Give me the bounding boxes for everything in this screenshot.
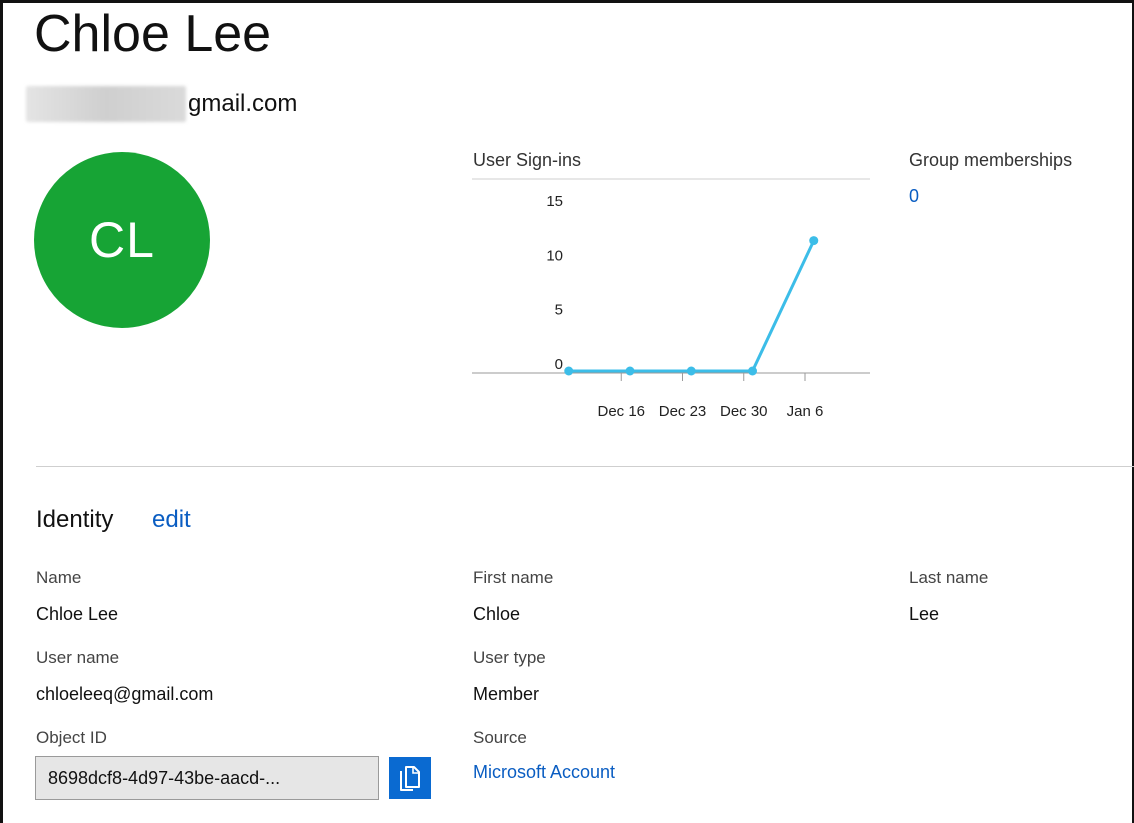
last-name-value: Lee — [909, 604, 940, 624]
data-point — [809, 236, 819, 246]
last-name-label: Last name — [909, 568, 989, 587]
first-name-label: First name — [473, 568, 554, 587]
user-type-label: User type — [473, 648, 546, 667]
sign-ins-chart: 15 10 5 0 Dec 16 Dec 23 Dec 30 Jan 6 — [472, 178, 870, 420]
name-label: Name — [36, 568, 82, 587]
user-type-value: Member — [473, 684, 540, 704]
avatar: CL — [34, 152, 210, 328]
object-id-field[interactable]: 8698dcf8-4d97-43be-aacd-... — [35, 756, 379, 800]
x-tick-label: Dec 16 — [597, 403, 645, 420]
section-divider — [36, 466, 1134, 467]
x-tick-label: Dec 30 — [720, 403, 768, 420]
user-name-value: chloeleeq@gmail.com — [36, 684, 214, 704]
object-id-label: Object ID — [36, 728, 107, 747]
y-tick-label: 10 — [546, 247, 563, 264]
first-name-value: Chloe — [473, 604, 521, 624]
sign-ins-title: User Sign-ins — [473, 150, 582, 170]
source-link[interactable]: Microsoft Account — [473, 762, 615, 783]
data-point — [625, 366, 635, 376]
group-memberships-title: Group memberships — [909, 150, 1073, 170]
source-label: Source — [473, 728, 527, 747]
y-tick-label: 15 — [546, 193, 563, 210]
email-redaction — [26, 86, 186, 122]
user-name-label: User name — [36, 648, 120, 667]
email-domain: gmail.com — [188, 90, 298, 117]
group-memberships-count[interactable]: 0 — [909, 186, 919, 207]
name-value: Chloe Lee — [36, 604, 119, 624]
identity-heading: Identity — [36, 506, 114, 533]
identity-edit-link[interactable]: edit — [152, 506, 191, 534]
copy-icon — [400, 766, 420, 791]
y-tick-label: 5 — [555, 302, 563, 319]
series-line — [568, 239, 816, 373]
copy-object-id-button[interactable] — [389, 757, 431, 799]
x-tick-label: Dec 23 — [659, 403, 707, 420]
data-point — [748, 366, 757, 376]
x-tick-label: Jan 6 — [787, 403, 824, 420]
page-title: Chloe Lee — [34, 5, 272, 63]
data-point — [686, 366, 696, 376]
data-point — [564, 366, 574, 376]
user-email: gmail.com — [26, 86, 297, 122]
y-tick-label: 0 — [555, 356, 563, 373]
avatar-initials: CL — [89, 212, 155, 268]
